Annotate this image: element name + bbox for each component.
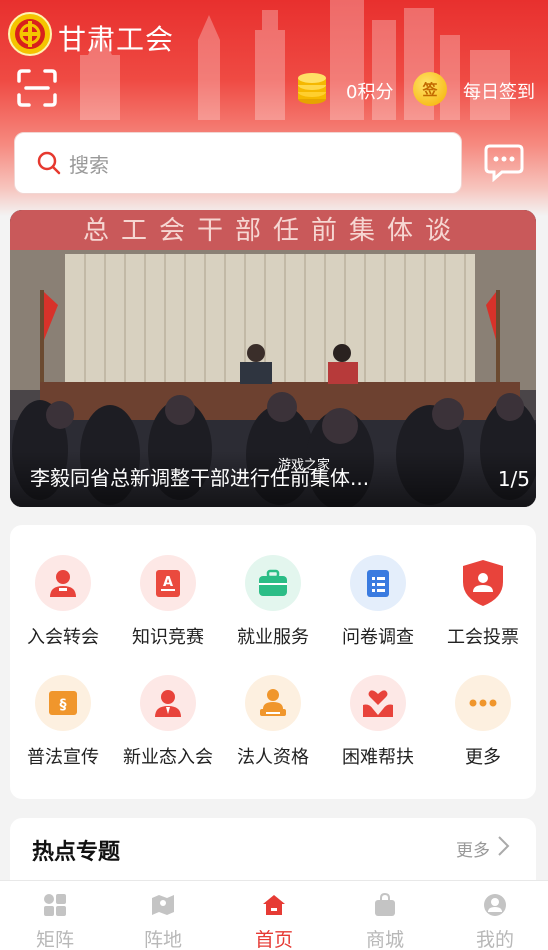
more-dots-icon	[455, 675, 511, 731]
law-book-icon: §	[35, 675, 91, 731]
service-label: 问卷调查	[342, 627, 414, 648]
top-bar: 甘肃工会	[0, 8, 548, 60]
tab-shop[interactable]: 商城	[330, 881, 440, 950]
tab-position[interactable]: 阵地	[108, 881, 218, 950]
service-item-new-member[interactable]: 新业态入会	[116, 675, 220, 785]
news-banner-carousel[interactable]: 总工会干部任前集体谈 游戏之家 李毅同省总新调整干部进行任前集体... 1/5	[10, 210, 536, 507]
service-item-legal-person[interactable]: 法人资格	[221, 675, 325, 785]
briefcase-icon	[245, 555, 301, 611]
service-label: 新业态入会	[123, 747, 213, 768]
message-button[interactable]	[484, 142, 524, 183]
helping-hand-icon	[350, 675, 406, 731]
banner-caption[interactable]: 李毅同省总新调整干部进行任前集体...	[30, 462, 410, 491]
tab-label: 矩阵	[35, 929, 74, 950]
service-grid: 入会转会 A 知识竞赛 就业服务 问卷调查 工会投票 § 普法宣传 新业态入会 …	[10, 525, 536, 799]
tab-home[interactable]: 首页	[219, 881, 329, 950]
matrix-icon	[44, 894, 66, 916]
map-icon	[152, 895, 174, 915]
tab-label: 商城	[365, 929, 404, 950]
tab-label: 我的	[475, 929, 514, 950]
search-icon	[37, 151, 61, 175]
service-label: 法人资格	[237, 747, 309, 768]
bottom-tab-bar: 矩阵 阵地 首页 商城 我的	[0, 880, 548, 950]
banner-headline-text: 总工会干部任前集体谈	[83, 216, 463, 246]
service-item-assistance[interactable]: 困难帮扶	[326, 675, 430, 785]
hot-topics-more-link[interactable]: 更多	[456, 836, 490, 861]
service-item-more[interactable]: 更多	[431, 675, 535, 785]
legal-person-icon	[245, 675, 301, 731]
person-join-icon	[35, 555, 91, 611]
search-input[interactable]: 搜索	[14, 132, 462, 194]
scan-icon	[17, 69, 57, 107]
service-label: 困难帮扶	[342, 747, 414, 768]
service-label: 入会转会	[27, 627, 99, 648]
profile-icon	[484, 894, 506, 916]
tab-label: 阵地	[143, 929, 182, 950]
home-icon	[263, 895, 285, 915]
quiz-book-icon: A	[140, 555, 196, 611]
survey-list-icon	[350, 555, 406, 611]
tab-label: 首页	[254, 929, 293, 950]
scan-button[interactable]	[16, 68, 58, 108]
service-item-law[interactable]: § 普法宣传	[11, 675, 115, 785]
union-logo-icon	[8, 12, 52, 56]
daily-sign-icon[interactable]: 签	[413, 72, 447, 106]
message-icon	[484, 144, 524, 183]
hot-topics-title: 热点专题	[32, 840, 121, 865]
svg-text:A: A	[163, 575, 173, 590]
service-item-survey[interactable]: 问卷调查	[326, 555, 430, 665]
service-label: 工会投票	[447, 627, 519, 648]
new-member-icon	[140, 675, 196, 731]
banner-page-indicator: 1/5	[497, 467, 530, 491]
app-title: 甘肃工会	[58, 23, 175, 56]
svg-text:§: §	[60, 697, 67, 713]
service-item-employment[interactable]: 就业服务	[221, 555, 325, 665]
service-item-join[interactable]: 入会转会	[11, 555, 115, 665]
vote-shield-icon	[455, 555, 511, 611]
tab-mine[interactable]: 我的	[440, 881, 548, 950]
service-label: 知识竞赛	[132, 627, 204, 648]
coin-stack-icon[interactable]	[296, 72, 328, 106]
points-label[interactable]: 0积分	[346, 78, 393, 104]
service-item-vote[interactable]: 工会投票	[431, 555, 535, 665]
daily-sign-label[interactable]: 每日签到	[463, 78, 535, 104]
shop-bag-icon	[375, 892, 395, 916]
service-item-quiz[interactable]: A 知识竞赛	[116, 555, 220, 665]
tab-matrix[interactable]: 矩阵	[0, 881, 110, 950]
service-label: 更多	[465, 747, 501, 768]
service-label: 就业服务	[237, 627, 309, 648]
chevron-right-icon[interactable]	[496, 835, 510, 857]
search-placeholder: 搜索	[69, 152, 109, 177]
service-label: 普法宣传	[27, 747, 99, 768]
